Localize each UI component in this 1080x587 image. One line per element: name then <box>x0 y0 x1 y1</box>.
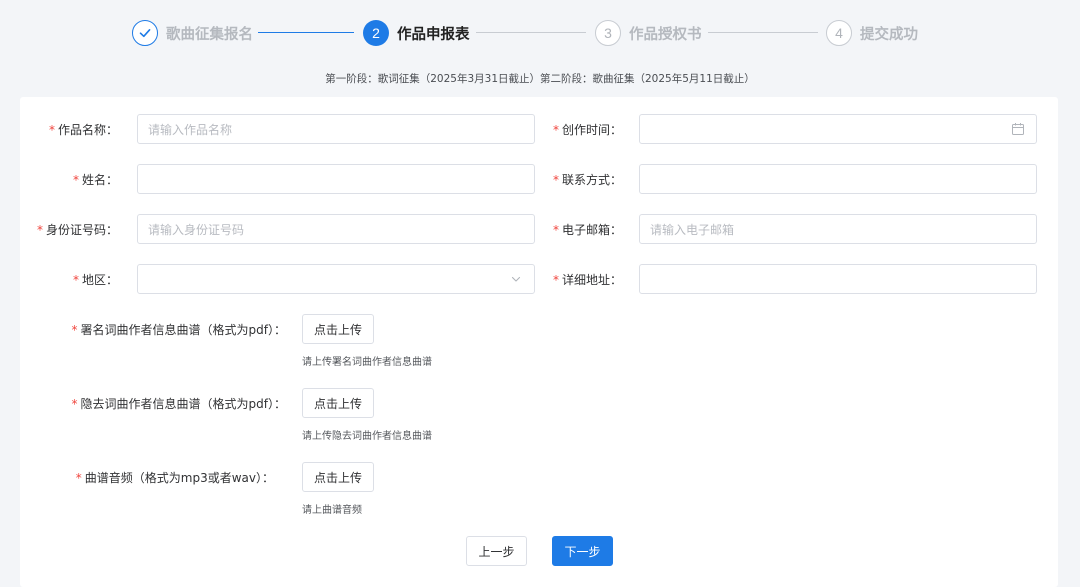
address-input[interactable] <box>639 264 1037 294</box>
prev-step-button[interactable]: 上一步 <box>466 536 527 566</box>
contact-label: * 联系方式： <box>552 172 622 187</box>
step-2: 2 作品申报表 <box>363 18 470 48</box>
step-2-label: 作品申报表 <box>397 26 470 43</box>
step-1: 歌曲征集报名 <box>132 18 253 48</box>
chevron-down-icon[interactable] <box>509 272 523 286</box>
step-4: 4 提交成功 <box>826 18 918 48</box>
step-1-label: 歌曲征集报名 <box>166 26 253 43</box>
step-connector-3 <box>708 32 818 33</box>
id-number-input[interactable]: 请输入身份证号码 <box>137 214 535 244</box>
name-label: * 姓名： <box>72 172 118 187</box>
step-2-circle: 2 <box>363 20 389 46</box>
work-name-input[interactable]: 请输入作品名称 <box>137 114 535 144</box>
step-4-label: 提交成功 <box>860 26 918 43</box>
id-number-label: * 身份证号码： <box>36 222 118 237</box>
id-number-placeholder: 请输入身份证号码 <box>148 222 245 237</box>
upload-signed-button[interactable]: 点击上传 <box>302 314 374 344</box>
email-placeholder: 请输入电子邮箱 <box>650 222 735 237</box>
region-select[interactable] <box>137 264 535 294</box>
upload-audio-button[interactable]: 点击上传 <box>302 462 374 492</box>
region-label: * 地区： <box>72 272 118 287</box>
check-icon <box>139 29 151 38</box>
upload-audio-label: * 曲谱音频（格式为mp3或者wav）： <box>75 470 274 485</box>
create-time-input[interactable] <box>639 114 1037 144</box>
address-label: * 详细地址： <box>552 272 622 287</box>
steps-bar: 歌曲征集报名 2 作品申报表 3 作品授权书 4 提交成功 <box>0 18 1080 48</box>
create-time-label: * 创作时间： <box>552 122 622 137</box>
step-connector-1 <box>258 32 354 33</box>
name-input[interactable] <box>137 164 535 194</box>
work-name-placeholder: 请输入作品名称 <box>148 122 233 137</box>
upload-hidden-label: * 隐去词曲作者信息曲谱（格式为pdf）： <box>71 396 286 411</box>
upload-signed-label: * 署名词曲作者信息曲谱（格式为pdf）： <box>71 322 286 337</box>
calendar-icon[interactable] <box>1011 122 1025 136</box>
email-input[interactable]: 请输入电子邮箱 <box>639 214 1037 244</box>
email-label: * 电子邮箱： <box>552 222 622 237</box>
step-1-circle <box>132 20 158 46</box>
upload-signed-tip: 请上传署名词曲作者信息曲谱 <box>302 357 432 368</box>
upload-hidden-tip: 请上传隐去词曲作者信息曲谱 <box>302 431 432 442</box>
step-3: 3 作品授权书 <box>595 18 702 48</box>
form-card: * 作品名称： 请输入作品名称 * 创作时间： * 姓名： * 联系方式： * 身份证号码… <box>20 97 1058 587</box>
step-3-circle: 3 <box>595 20 621 46</box>
step-connector-2 <box>476 32 586 33</box>
step-4-circle: 4 <box>826 20 852 46</box>
stage-note: 第一阶段：歌词征集（2025年3月31日截止）第二阶段：歌曲征集（2025年5月… <box>325 73 755 85</box>
work-name-label: * 作品名称： <box>48 122 118 137</box>
step-3-label: 作品授权书 <box>629 26 702 43</box>
upload-audio-tip: 请上曲谱音频 <box>302 505 362 516</box>
contact-input[interactable] <box>639 164 1037 194</box>
next-step-button[interactable]: 下一步 <box>552 536 613 566</box>
upload-hidden-button[interactable]: 点击上传 <box>302 388 374 418</box>
